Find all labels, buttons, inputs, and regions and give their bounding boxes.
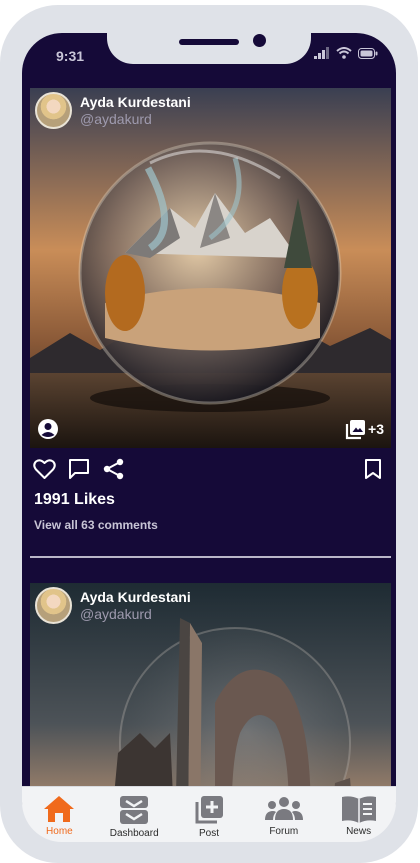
phone-frame: 9:31 Ayda Kurdestani @aydakurd +3 1991 L… xyxy=(0,5,418,863)
view-comments-link[interactable]: View all 63 comments xyxy=(34,518,158,532)
author-avatar[interactable] xyxy=(35,92,72,129)
tab-label: Post xyxy=(198,828,219,839)
post-image[interactable]: Ayda Kurdestani @aydakurd +3 xyxy=(30,88,391,448)
post-author[interactable]: Ayda Kurdestani @aydakurd xyxy=(35,92,191,129)
add-post-icon xyxy=(195,796,223,824)
status-icons xyxy=(314,47,378,59)
news-icon xyxy=(341,796,376,823)
tab-news[interactable]: News xyxy=(323,787,395,842)
tab-label: Forum xyxy=(269,826,299,837)
tab-label: Home xyxy=(46,826,73,837)
user-circle-icon[interactable] xyxy=(37,418,59,440)
notch xyxy=(107,33,311,64)
tab-forum[interactable]: Forum xyxy=(248,787,320,842)
wifi-icon xyxy=(336,47,352,59)
tab-home[interactable]: Home xyxy=(23,787,95,842)
battery-icon xyxy=(358,47,378,59)
gallery-more-count: +3 xyxy=(368,421,384,437)
signal-icon xyxy=(314,47,329,59)
author-name[interactable]: Ayda Kurdestani xyxy=(80,94,191,111)
post-actions xyxy=(30,448,391,490)
likes-count: 1991 Likes xyxy=(34,491,115,508)
post-card: Ayda Kurdestani @aydakurd +3 1991 Likes … xyxy=(30,88,391,534)
status-time: 9:31 xyxy=(56,48,85,64)
dashboard-icon xyxy=(120,796,149,824)
speaker xyxy=(179,39,239,45)
tab-dashboard[interactable]: Dashboard xyxy=(98,787,170,842)
bookmark-icon[interactable] xyxy=(364,458,382,480)
author-avatar[interactable] xyxy=(35,587,72,624)
screen: 9:31 Ayda Kurdestani @aydakurd +3 1991 L… xyxy=(22,33,396,839)
tab-label: Dashboard xyxy=(109,828,159,839)
gallery-icon xyxy=(345,420,366,440)
post-author[interactable]: Ayda Kurdestani @aydakurd xyxy=(35,587,191,624)
comment-icon[interactable] xyxy=(68,458,90,480)
forum-icon xyxy=(264,797,303,820)
bottom-tab-bar: Home Dashboard Post Forum News xyxy=(22,786,396,842)
author-handle[interactable]: @aydakurd xyxy=(80,111,191,128)
post-artwork xyxy=(30,88,391,448)
heart-icon[interactable] xyxy=(33,458,56,480)
gallery-count[interactable]: +3 xyxy=(345,418,384,440)
tab-label: News xyxy=(346,826,372,837)
author-name[interactable]: Ayda Kurdestani xyxy=(80,589,191,606)
home-icon xyxy=(44,796,75,822)
author-handle[interactable]: @aydakurd xyxy=(80,606,191,623)
post-divider xyxy=(30,556,391,558)
front-camera xyxy=(253,34,266,47)
share-icon[interactable] xyxy=(102,458,125,480)
tab-post[interactable]: Post xyxy=(173,787,245,842)
